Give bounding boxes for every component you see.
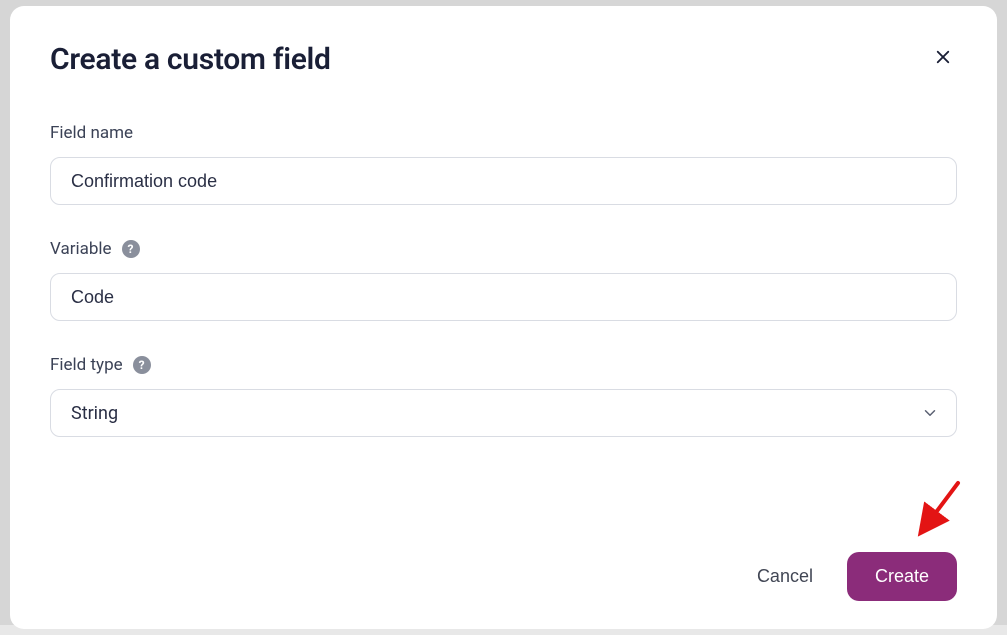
field-name-group: Field name	[50, 123, 957, 205]
label-row: Field type ?	[50, 355, 957, 375]
cancel-button[interactable]: Cancel	[751, 558, 819, 595]
help-icon[interactable]: ?	[122, 240, 140, 258]
create-button[interactable]: Create	[847, 552, 957, 601]
modal-form: Field name Variable ? Field type ? Strin…	[50, 123, 957, 542]
variable-input[interactable]	[50, 273, 957, 321]
variable-label: Variable	[50, 239, 112, 259]
label-row: Variable ?	[50, 239, 957, 259]
create-custom-field-modal: Create a custom field Field name Variabl…	[10, 6, 997, 629]
field-type-label: Field type	[50, 355, 123, 375]
field-name-label: Field name	[50, 123, 133, 143]
help-icon[interactable]: ?	[133, 356, 151, 374]
modal-footer: Cancel Create	[50, 542, 957, 601]
field-type-group: Field type ? String	[50, 355, 957, 437]
close-icon	[934, 48, 952, 69]
modal-title: Create a custom field	[50, 42, 331, 77]
label-row: Field name	[50, 123, 957, 143]
field-type-selected-value: String	[71, 403, 118, 424]
field-name-input[interactable]	[50, 157, 957, 205]
field-type-select-wrap: String	[50, 389, 957, 437]
field-type-select[interactable]: String	[50, 389, 957, 437]
close-button[interactable]	[929, 44, 957, 72]
variable-group: Variable ?	[50, 239, 957, 321]
modal-header: Create a custom field	[50, 42, 957, 77]
